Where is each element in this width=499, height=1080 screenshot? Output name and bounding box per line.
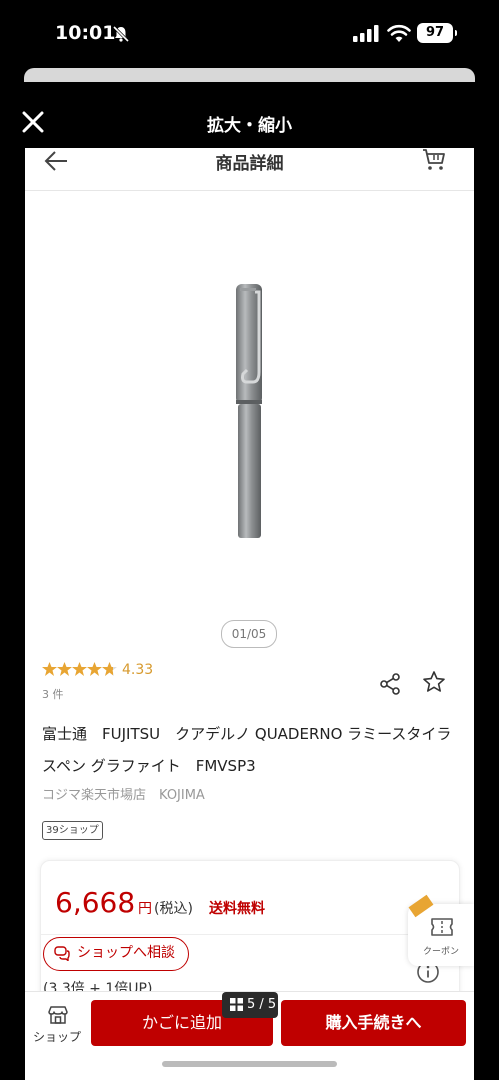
coupon-button[interactable]: クーポン [408,894,474,966]
rating-value: 4.33 [122,662,154,678]
chat-icon [54,946,70,961]
sheet-background [24,68,475,82]
price-amount: 6,668 [55,886,136,919]
page-indicator[interactable]: 5 / 5 [222,992,278,1018]
wifi-icon [387,24,411,42]
grid-icon [230,998,243,1011]
star-icon [87,662,102,676]
product-page: 商品詳細 01/05 4.33 3 件 富士通 FUJITSU クアデルノ QU… [25,148,474,1080]
battery-indicator: 97 [417,23,457,43]
price-unit: 円 [138,901,152,917]
page-indicator-text: 5 / 5 [247,997,277,1012]
coupon-ticket-icon [431,918,453,936]
product-image[interactable] [225,282,275,542]
review-count[interactable]: 3 件 [42,686,64,702]
page-nav-bar: 商品詳細 [25,148,474,191]
modal-title: 拡大・縮小 [207,116,292,136]
shop-badge: 39ショップ [42,821,103,840]
shop-icon[interactable] [47,1004,69,1026]
shop-consult-label: ショップへ相談 [77,945,175,961]
shop-consult-button[interactable]: ショップへ相談 [43,937,189,971]
checkout-button[interactable]: 購入手続きへ [281,1000,466,1046]
product-title: 富士通 FUJITSU クアデルノ QUADERNO ラミースタイラスペン グラ… [42,725,452,775]
rating-stars [42,662,117,676]
status-time: 10:01 [55,22,116,44]
favorite-star-icon[interactable] [422,670,446,694]
image-counter: 01/05 [221,620,277,648]
cart-icon[interactable] [422,148,446,172]
shop-name[interactable]: コジマ楽天市場店 KOJIMA [42,784,205,803]
signal-icon [353,25,379,42]
page-title: 商品詳細 [215,154,284,174]
coupon-label: クーポン [422,947,459,957]
free-shipping-label: 送料無料 [209,901,265,917]
star-icon [42,662,57,676]
divider [41,934,459,935]
home-indicator[interactable] [162,1061,337,1067]
star-icon [57,662,72,676]
tax-label: (税込) [154,901,193,917]
star-icon [72,662,87,676]
share-icon[interactable] [378,672,402,696]
shop-tab-label[interactable]: ショップ [33,1028,81,1045]
mute-bell-icon [112,25,130,43]
